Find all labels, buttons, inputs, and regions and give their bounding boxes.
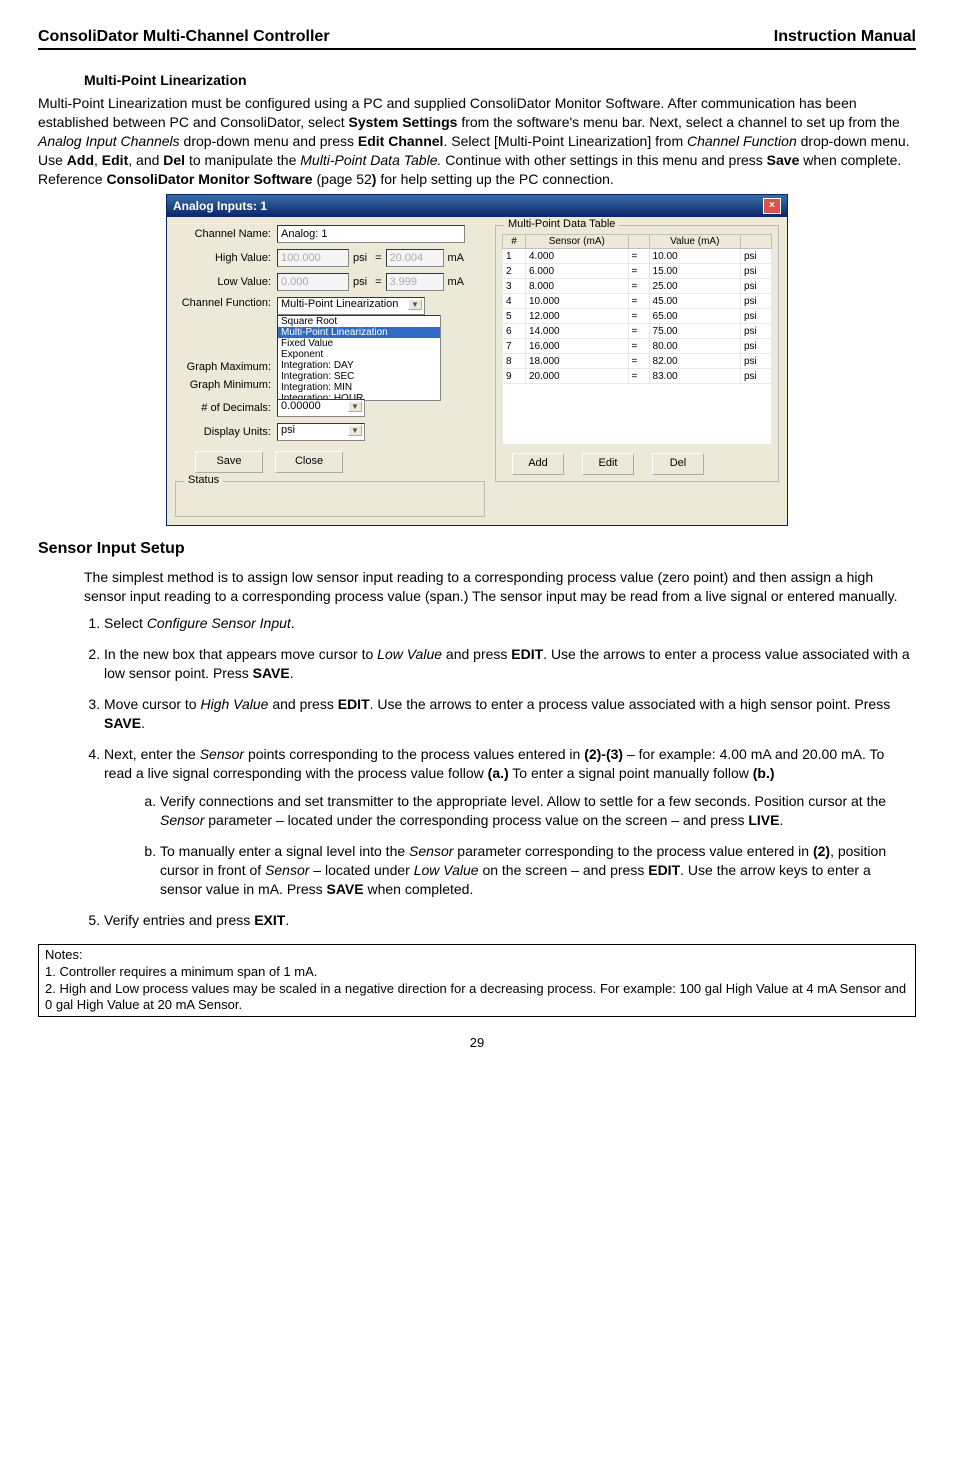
step-4: Next, enter the Sensor points correspond… xyxy=(104,745,916,899)
step-5: Verify entries and press EXIT. xyxy=(104,911,916,930)
channel-function-listbox[interactable]: Square Root Multi-Point Linearization Fi… xyxy=(277,315,441,401)
unit-psi: psi xyxy=(349,252,371,264)
save-button[interactable]: Save xyxy=(195,451,263,473)
unit-ma: mA xyxy=(444,252,469,264)
notes-box: Notes: 1. Controller requires a minimum … xyxy=(38,944,916,1018)
numbered-steps: Select Configure Sensor Input. In the ne… xyxy=(104,614,916,930)
table-row[interactable]: 920.000=83.00psi xyxy=(503,369,772,384)
close-icon[interactable]: × xyxy=(763,198,781,214)
table-edit-button[interactable]: Edit xyxy=(582,453,634,475)
table-row[interactable]: 26.000=15.00psi xyxy=(503,264,772,279)
dialog-title: Analog Inputs: 1 xyxy=(173,199,267,213)
step-1: Select Configure Sensor Input. xyxy=(104,614,916,633)
channel-function-label: Channel Function: xyxy=(175,297,277,309)
display-units-label: Display Units: xyxy=(175,426,277,438)
close-button[interactable]: Close xyxy=(275,451,343,473)
step-2: In the new box that appears move cursor … xyxy=(104,645,916,683)
channel-name-label: Channel Name: xyxy=(175,228,277,240)
table-row[interactable]: 818.000=82.00psi xyxy=(503,354,772,369)
low-value-label: Low Value: xyxy=(175,276,277,288)
decimals-label: # of Decimals: xyxy=(175,402,277,414)
high-value-label: High Value: xyxy=(175,252,277,264)
high-value-input[interactable] xyxy=(277,249,349,267)
table-del-button[interactable]: Del xyxy=(652,453,704,475)
dialog-titlebar[interactable]: Analog Inputs: 1 × xyxy=(167,195,787,217)
decimals-combo[interactable]: 0.00000 xyxy=(277,399,365,417)
step-3: Move cursor to High Value and press EDIT… xyxy=(104,695,916,733)
graph-min-label: Graph Minimum: xyxy=(175,379,277,391)
multipoint-heading: Multi-Point Linearization xyxy=(84,72,916,88)
channel-function-combo[interactable]: Multi-Point Linearization xyxy=(277,297,425,315)
note-1: 1. Controller requires a minimum span of… xyxy=(45,964,909,981)
step-4a: Verify connections and set transmitter t… xyxy=(160,792,916,830)
graph-max-label: Graph Maximum: xyxy=(175,361,277,373)
low-sensor-input[interactable] xyxy=(386,273,444,291)
note-2: 2. High and Low process values may be sc… xyxy=(45,981,909,1015)
data-table-legend: Multi-Point Data Table xyxy=(504,218,619,230)
notes-head: Notes: xyxy=(45,947,909,964)
table-add-button[interactable]: Add xyxy=(512,453,564,475)
display-units-combo[interactable]: psi xyxy=(277,423,365,441)
table-row[interactable]: 410.000=45.00psi xyxy=(503,294,772,309)
page-header: ConsoliDator Multi-Channel Controller In… xyxy=(38,28,916,50)
status-label: Status xyxy=(184,474,223,486)
analog-inputs-dialog: Analog Inputs: 1 × Channel Name: High Va… xyxy=(166,194,788,526)
table-row[interactable]: 614.000=75.00psi xyxy=(503,324,772,339)
high-sensor-input[interactable] xyxy=(386,249,444,267)
sensor-intro: The simplest method is to assign low sen… xyxy=(84,568,916,606)
low-value-input[interactable] xyxy=(277,273,349,291)
page-number: 29 xyxy=(38,1035,916,1050)
step-4b: To manually enter a signal level into th… xyxy=(160,842,916,899)
table-row[interactable]: 38.000=25.00psi xyxy=(503,279,772,294)
multipoint-paragraph: Multi-Point Linearization must be config… xyxy=(38,94,916,188)
multi-point-table: # Sensor (mA) Value (mA) 14.000=10.00psi… xyxy=(502,234,772,384)
header-left: ConsoliDator Multi-Channel Controller xyxy=(38,28,330,46)
status-group: Status xyxy=(175,481,485,517)
data-table-group: Multi-Point Data Table # Sensor (mA) Val… xyxy=(495,225,779,482)
table-row[interactable]: 716.000=80.00psi xyxy=(503,339,772,354)
header-right: Instruction Manual xyxy=(774,28,916,46)
channel-name-input[interactable] xyxy=(277,225,465,243)
sensor-input-heading: Sensor Input Setup xyxy=(38,540,916,558)
table-row[interactable]: 14.000=10.00psi xyxy=(503,249,772,264)
table-row[interactable]: 512.000=65.00psi xyxy=(503,309,772,324)
